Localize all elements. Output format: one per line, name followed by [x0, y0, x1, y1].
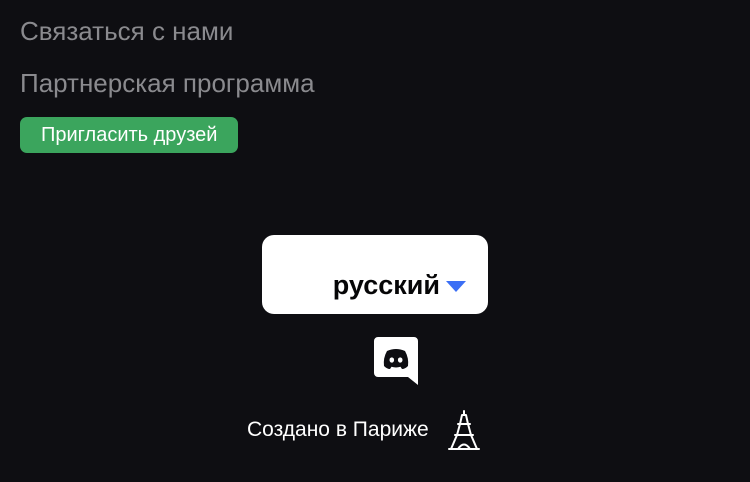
footer-links: Связаться с нами Партнерская программа	[20, 14, 315, 100]
chevron-down-icon	[446, 281, 466, 292]
made-in-paris: Создано в Париже	[247, 410, 481, 450]
contact-us-link[interactable]: Связаться с нами	[20, 14, 315, 48]
partner-program-link[interactable]: Партнерская программа	[20, 66, 315, 100]
invite-friends-button[interactable]: Пригласить друзей	[20, 117, 239, 153]
made-in-text: Создано в Париже	[247, 418, 429, 441]
language-select[interactable]: русский	[262, 235, 488, 314]
eiffel-tower-icon	[447, 410, 480, 450]
language-select-value: русский	[332, 270, 440, 300]
discord-logo-icon[interactable]	[374, 337, 418, 385]
